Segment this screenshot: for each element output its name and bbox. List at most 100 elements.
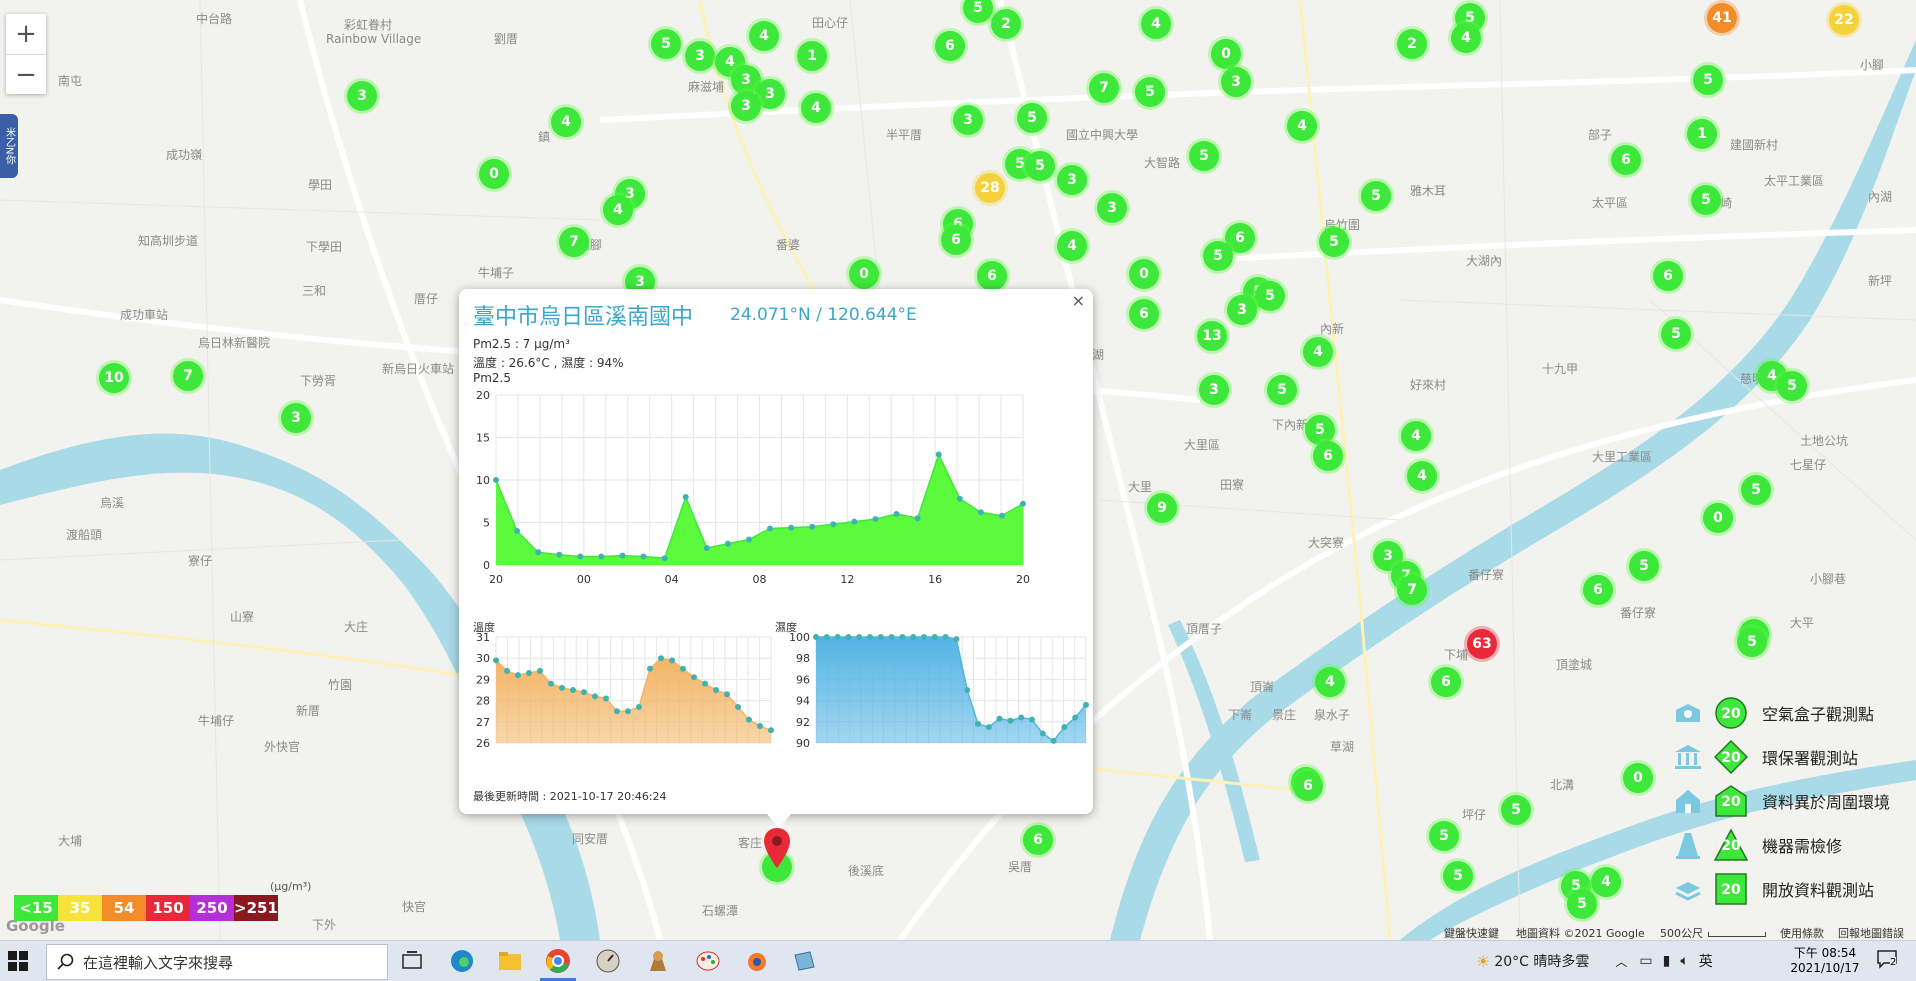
weather-icon[interactable]: ☀ (1476, 952, 1490, 971)
station-marker[interactable]: 5 (1319, 227, 1349, 257)
station-marker[interactable]: 4 (1407, 461, 1437, 491)
station-marker[interactable]: 0 (1129, 259, 1159, 289)
station-marker[interactable]: 6 (1293, 771, 1323, 801)
task-view-icon[interactable] (398, 947, 426, 975)
station-marker[interactable]: 3 (953, 105, 983, 135)
notes-app-icon[interactable] (790, 947, 818, 975)
station-marker[interactable]: 3 (347, 81, 377, 111)
station-marker[interactable]: 5 (1267, 375, 1297, 405)
zoom-in-button[interactable]: + (6, 14, 46, 55)
station-marker[interactable]: 5 (1501, 795, 1531, 825)
station-marker[interactable]: 6 (977, 261, 1007, 291)
station-marker[interactable]: 7 (173, 361, 203, 391)
station-marker[interactable]: 3 (685, 41, 715, 71)
network-icon[interactable]: ▭ (1639, 953, 1652, 969)
station-marker[interactable]: 4 (1401, 421, 1431, 451)
station-marker[interactable]: 6 (1313, 441, 1343, 471)
station-marker[interactable]: 2 (991, 9, 1021, 39)
station-marker[interactable]: 4 (1057, 231, 1087, 261)
station-marker[interactable]: 4 (749, 21, 779, 51)
notification-center-icon[interactable]: 2 (1876, 949, 1902, 971)
station-marker[interactable]: 4 (1591, 867, 1621, 897)
station-marker[interactable]: 41 (1707, 3, 1737, 33)
station-marker[interactable]: 6 (1431, 667, 1461, 697)
blender-app-icon[interactable] (742, 947, 770, 975)
station-marker[interactable]: 28 (975, 173, 1005, 203)
edge-browser-icon[interactable] (448, 947, 476, 975)
windows-start-icon[interactable] (8, 951, 28, 971)
station-marker[interactable]: 5 (1203, 241, 1233, 271)
station-marker[interactable]: 5 (1429, 821, 1459, 851)
station-marker[interactable]: 5 (1025, 151, 1055, 181)
station-marker[interactable]: 3 (1221, 67, 1251, 97)
station-marker[interactable]: 5 (1661, 319, 1691, 349)
station-marker[interactable]: 5 (651, 29, 681, 59)
map-canvas[interactable]: 彩虹眷村 Rainbow Village 中台路 劉厝 麻滋埔 田心仔 半平厝 國立中興大學大… (0, 0, 1916, 940)
station-marker[interactable]: 5 (1443, 861, 1473, 891)
station-marker[interactable]: 0 (1211, 39, 1241, 69)
station-marker[interactable]: 4 (1287, 111, 1317, 141)
station-marker[interactable]: 5 (1255, 281, 1285, 311)
station-marker[interactable]: 6 (935, 31, 965, 61)
station-marker[interactable]: 7 (1089, 73, 1119, 103)
zoom-out-button[interactable]: − (6, 55, 46, 95)
report-map-error-link[interactable]: 回報地圖錯誤 (1838, 925, 1904, 940)
file-explorer-icon[interactable] (496, 947, 524, 975)
station-marker[interactable]: 13 (1197, 321, 1227, 351)
station-marker[interactable]: 5 (1777, 371, 1807, 401)
station-marker[interactable]: 4 (551, 107, 581, 137)
station-marker[interactable]: 22 (1829, 5, 1859, 35)
station-marker[interactable]: 5 (1189, 141, 1219, 171)
deer-app-icon[interactable] (644, 947, 672, 975)
station-marker[interactable]: 0 (849, 259, 879, 289)
station-marker[interactable]: 6 (1653, 261, 1683, 291)
station-marker[interactable]: 4 (801, 93, 831, 123)
station-marker[interactable]: 5 (1741, 475, 1771, 505)
station-marker[interactable]: 1 (797, 41, 827, 71)
paint-app-icon[interactable] (694, 947, 722, 975)
station-marker[interactable]: 5 (1017, 103, 1047, 133)
side-menu-tab[interactable]: 米乙N你 (0, 114, 18, 178)
station-marker[interactable]: 6 (1023, 825, 1053, 855)
station-marker[interactable]: 3 (1097, 193, 1127, 223)
station-marker[interactable]: 0 (1623, 763, 1653, 793)
station-marker[interactable]: 4 (1315, 667, 1345, 697)
station-marker[interactable]: 1 (1687, 119, 1717, 149)
station-marker[interactable]: 5 (1361, 181, 1391, 211)
station-marker[interactable]: 5 (1691, 185, 1721, 215)
keyboard-shortcuts-link[interactable]: 鍵盤快速鍵 (1444, 925, 1499, 940)
station-marker[interactable]: 0 (1703, 503, 1733, 533)
station-marker[interactable]: 4 (603, 195, 633, 225)
station-marker[interactable]: 4 (1303, 337, 1333, 367)
station-marker[interactable]: 5 (1567, 889, 1597, 919)
tray-chevron-icon[interactable]: ︿ (1615, 953, 1627, 970)
weather-text[interactable]: 20°C 晴時多雲 (1494, 951, 1589, 971)
taskbar-clock[interactable]: 下午 08:54 2021/10/17 (1790, 944, 1860, 975)
station-marker[interactable]: 3 (1057, 165, 1087, 195)
station-marker[interactable]: 0 (479, 159, 509, 189)
station-marker[interactable]: 3 (281, 403, 311, 433)
station-marker[interactable]: 6 (1129, 299, 1159, 329)
station-marker[interactable]: 5 (1629, 551, 1659, 581)
station-marker[interactable]: 10 (99, 363, 129, 393)
terms-link[interactable]: 使用條款 (1780, 925, 1824, 940)
station-marker[interactable]: 63 (1467, 629, 1497, 659)
station-marker[interactable]: 6 (941, 225, 971, 255)
station-marker[interactable]: 7 (1397, 575, 1427, 605)
station-marker[interactable]: 5 (1135, 77, 1165, 107)
location-pin-icon[interactable] (764, 828, 790, 868)
station-marker[interactable]: 3 (1199, 375, 1229, 405)
station-marker[interactable]: 6 (1583, 575, 1613, 605)
station-marker[interactable]: 3 (1227, 295, 1257, 325)
station-marker[interactable]: 5 (1737, 627, 1767, 657)
station-marker[interactable]: 4 (1141, 9, 1171, 39)
station-marker[interactable]: 9 (1147, 493, 1177, 523)
station-marker[interactable]: 2 (1397, 29, 1427, 59)
station-marker[interactable]: 7 (559, 227, 589, 257)
station-marker[interactable]: 4 (1451, 23, 1481, 53)
volume-icon[interactable]: 🔈︎ (1680, 953, 1688, 969)
station-marker[interactable]: 6 (1611, 145, 1641, 175)
clock-app-icon[interactable] (594, 947, 622, 975)
chrome-browser-icon[interactable] (544, 947, 572, 975)
battery-icon[interactable]: ▮ (1663, 953, 1671, 969)
